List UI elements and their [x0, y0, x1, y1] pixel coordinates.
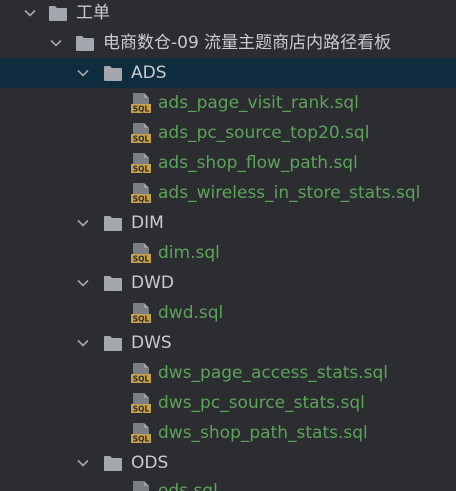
tree-file-ads-pc-source-top20[interactable]: SQL ads_pc_source_top20.sql [0, 118, 456, 148]
tree-node-ods[interactable]: ODS [0, 448, 456, 478]
svg-text:SQL: SQL [133, 165, 150, 174]
folder-icon [76, 36, 94, 51]
folder-icon [104, 336, 122, 351]
svg-text:SQL: SQL [133, 135, 150, 144]
svg-text:SQL: SQL [133, 315, 150, 324]
tree-file-label: ads_shop_flow_path.sql [158, 153, 358, 173]
sql-file-icon: SQL [131, 423, 151, 444]
tree-file-label: dim.sql [158, 243, 220, 263]
svg-text:SQL: SQL [133, 195, 150, 204]
sql-file-icon: SQL [133, 481, 149, 491]
svg-text:SQL: SQL [133, 435, 150, 444]
tree-node-label: DWD [131, 273, 174, 293]
chevron-down-icon[interactable] [75, 455, 91, 471]
project-tree: 工单 电商数仓-09 流量主题商店内路径看板 ADS SQL ads_page_… [0, 0, 456, 491]
tree-file-label: ads_pc_source_top20.sql [158, 123, 370, 143]
folder-icon [104, 66, 122, 81]
tree-node-label: 工单 [76, 3, 110, 23]
tree-file-label: dws_page_access_stats.sql [158, 363, 389, 383]
tree-node-root[interactable]: 工单 [0, 0, 456, 28]
tree-node-dim[interactable]: DIM [0, 208, 456, 238]
chevron-down-icon[interactable] [48, 35, 64, 51]
tree-file-dwd[interactable]: SQL dwd.sql [0, 298, 456, 328]
tree-node-label: ADS [131, 63, 167, 83]
svg-text:SQL: SQL [133, 255, 150, 264]
folder-icon [104, 216, 122, 231]
chevron-down-icon[interactable] [75, 65, 91, 81]
tree-file-label: dws_pc_source_stats.sql [158, 393, 365, 413]
sql-file-icon: SQL [131, 93, 151, 114]
tree-file-dim[interactable]: SQL dim.sql [0, 238, 456, 268]
chevron-down-icon[interactable] [75, 215, 91, 231]
tree-node-project[interactable]: 电商数仓-09 流量主题商店内路径看板 [0, 28, 456, 58]
tree-file-dws-page-access-stats[interactable]: SQL dws_page_access_stats.sql [0, 358, 456, 388]
sql-file-icon: SQL [131, 303, 151, 324]
tree-node-dws[interactable]: DWS [0, 328, 456, 358]
tree-file-label: dws_shop_path_stats.sql [158, 423, 368, 443]
tree-file-ads-shop-flow-path[interactable]: SQL ads_shop_flow_path.sql [0, 148, 456, 178]
tree-node-label: ODS [131, 453, 169, 473]
svg-text:SQL: SQL [133, 105, 150, 114]
tree-node-ads[interactable]: ADS [0, 58, 456, 88]
svg-text:SQL: SQL [133, 375, 150, 384]
tree-file-ods[interactable]: SQL ods.sql [0, 476, 456, 491]
chevron-down-icon[interactable] [75, 335, 91, 351]
tree-file-dws-pc-source-stats[interactable]: SQL dws_pc_source_stats.sql [0, 388, 456, 418]
sql-file-icon: SQL [131, 243, 151, 264]
sql-file-icon: SQL [131, 123, 151, 144]
tree-file-ads-wireless-in-store-stats[interactable]: SQL ads_wireless_in_store_stats.sql [0, 178, 456, 208]
svg-text:SQL: SQL [133, 405, 150, 414]
sql-file-icon: SQL [131, 363, 151, 384]
tree-node-label: DWS [131, 333, 172, 353]
chevron-down-icon[interactable] [75, 275, 91, 291]
tree-file-label: ads_page_visit_rank.sql [158, 93, 359, 113]
folder-icon [104, 276, 122, 291]
folder-icon [49, 6, 67, 21]
tree-node-dwd[interactable]: DWD [0, 268, 456, 298]
folder-icon [104, 456, 122, 471]
tree-file-label: ads_wireless_in_store_stats.sql [158, 183, 421, 203]
tree-file-dws-shop-path-stats[interactable]: SQL dws_shop_path_stats.sql [0, 418, 456, 448]
tree-node-label: DIM [131, 213, 164, 233]
sql-file-icon: SQL [131, 393, 151, 414]
sql-file-icon: SQL [131, 153, 151, 174]
tree-file-label: dwd.sql [158, 303, 224, 323]
sql-file-icon: SQL [131, 183, 151, 204]
tree-file-label: ods.sql [158, 481, 218, 491]
tree-file-ads-page-visit-rank[interactable]: SQL ads_page_visit_rank.sql [0, 88, 456, 118]
chevron-down-icon[interactable] [22, 5, 38, 21]
tree-node-label: 电商数仓-09 流量主题商店内路径看板 [103, 33, 392, 53]
